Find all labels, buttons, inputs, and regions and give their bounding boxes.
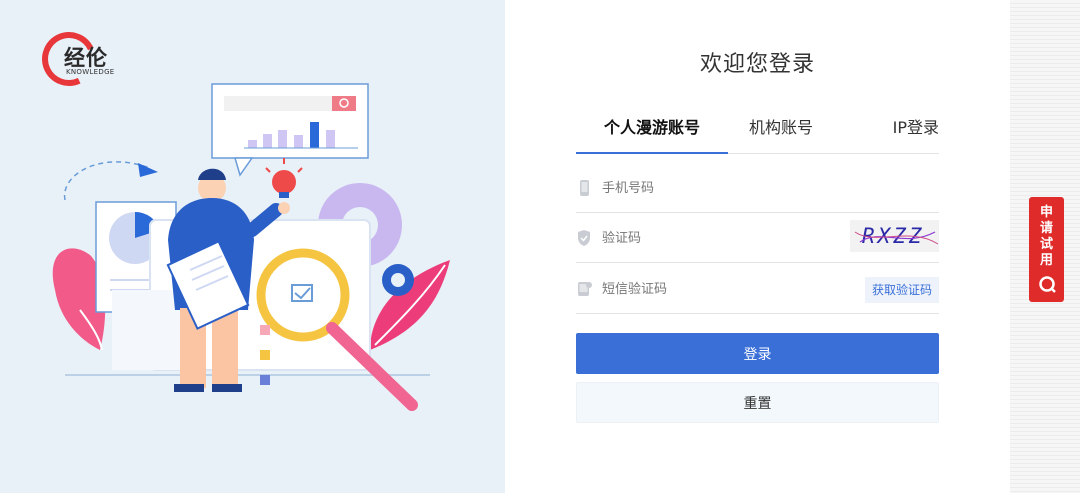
- tab-institution[interactable]: 机构账号: [728, 114, 834, 154]
- tab-personal-roaming[interactable]: 个人漫游账号: [576, 114, 728, 154]
- active-tab-indicator: [576, 152, 728, 154]
- illustration-panel: 经伦 KNOWLEDGE: [0, 0, 505, 493]
- login-panel: 欢迎您登录 个人漫游账号 机构账号 IP登录 RXZZ: [505, 0, 1010, 493]
- sms-code-input[interactable]: [602, 274, 842, 304]
- phone-icon: [580, 180, 589, 196]
- shield-icon: [578, 230, 590, 246]
- captcha-image[interactable]: RXZZ: [850, 220, 939, 252]
- reset-button[interactable]: 重置: [576, 382, 939, 423]
- sms-phone-icon: [578, 282, 592, 296]
- page-title: 欢迎您登录: [699, 52, 815, 77]
- login-tabs: 个人漫游账号 机构账号 IP登录: [576, 114, 939, 154]
- trial-label: 申请试用: [1039, 205, 1053, 268]
- login-button[interactable]: 登录: [576, 333, 939, 374]
- get-sms-code-button[interactable]: 获取验证码: [864, 277, 939, 303]
- captcha-input[interactable]: [602, 223, 842, 253]
- trial-badge-icon: [1039, 276, 1056, 293]
- captcha-noise: [854, 231, 939, 245]
- phone-input[interactable]: [602, 173, 842, 203]
- sms-code-field: 获取验证码: [576, 264, 939, 314]
- logo-text-en: KNOWLEDGE: [66, 68, 115, 76]
- phone-field: [576, 163, 939, 213]
- captcha-field: RXZZ: [576, 213, 939, 263]
- apply-trial-button[interactable]: 申请试用: [1029, 197, 1064, 302]
- tab-ip-login[interactable]: IP登录: [866, 114, 939, 154]
- login-illustration: [52, 83, 450, 411]
